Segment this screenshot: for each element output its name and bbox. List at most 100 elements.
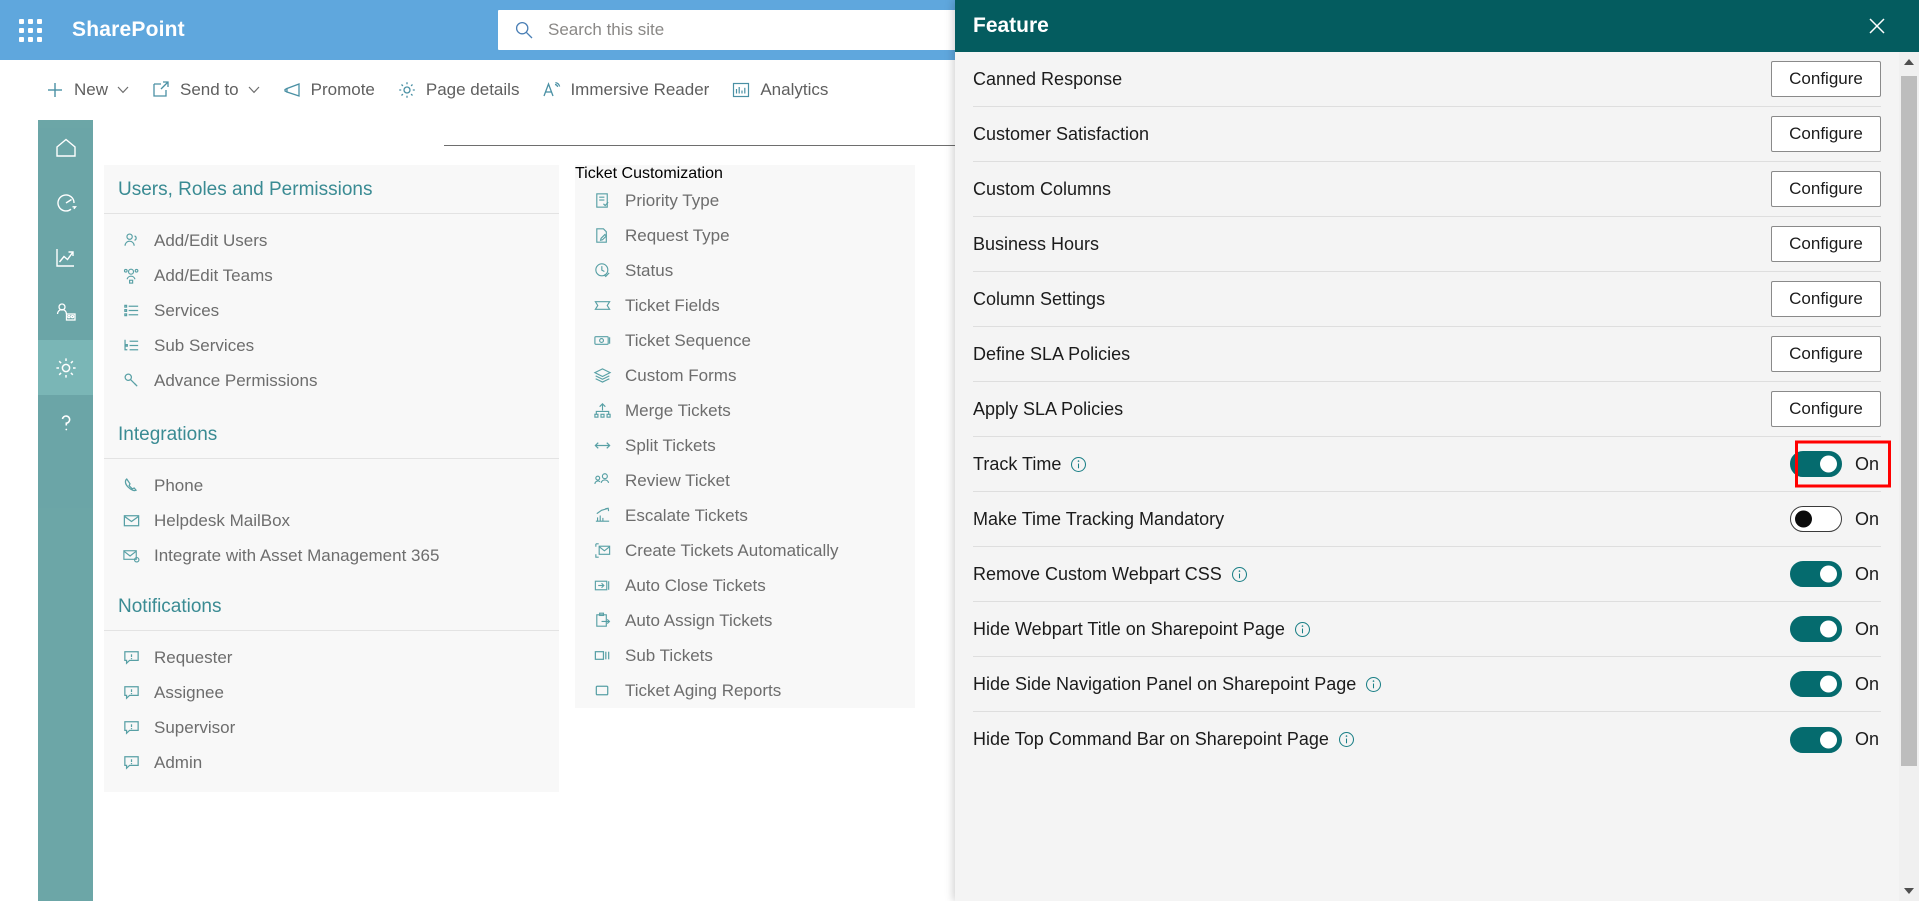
info-icon[interactable] [1365, 676, 1382, 693]
settings-link-assignee[interactable]: Assignee [104, 675, 559, 710]
feature-row-business-hours: Business Hours Configure [973, 217, 1881, 272]
search-input[interactable]: Search this site [498, 10, 960, 50]
settings-link-escalate-tickets[interactable]: Escalate Tickets [575, 498, 915, 533]
settings-link-split-tickets[interactable]: Split Tickets [575, 428, 915, 463]
toggle-state-label: On [1855, 563, 1880, 584]
hide-side-navigation-panel-toggle[interactable] [1790, 671, 1842, 697]
phone-icon [122, 476, 148, 495]
chevron-down-icon[interactable] [248, 86, 260, 94]
rail-item-dashboard[interactable] [38, 175, 93, 230]
info-icon[interactable] [1231, 566, 1248, 583]
chevron-down-icon[interactable] [117, 86, 129, 94]
info-icon[interactable] [1338, 731, 1355, 748]
rail-item-help[interactable] [38, 395, 93, 450]
settings-link-add-edit-users[interactable]: Add/Edit Users [104, 223, 559, 258]
search-placeholder: Search this site [548, 20, 665, 39]
hide-top-command-bar-toggle[interactable] [1790, 726, 1842, 753]
settings-link-advance-permissions[interactable]: Advance Permissions [104, 363, 559, 398]
close-icon[interactable] [1855, 0, 1899, 52]
info-icon[interactable] [1294, 621, 1311, 638]
settings-link-custom-forms[interactable]: Custom Forms [575, 358, 915, 393]
configure-button[interactable]: Configure [1771, 391, 1881, 427]
toggle-state-label: On [1855, 673, 1880, 694]
feature-panel-scrollbar[interactable] [1899, 52, 1919, 901]
settings-link-review-ticket[interactable]: Review Ticket [575, 463, 915, 498]
settings-link-ticket-sequence[interactable]: Ticket Sequence [575, 323, 915, 358]
settings-link-services[interactable]: Services [104, 293, 559, 328]
square-icon [593, 681, 619, 700]
settings-link-merge-tickets[interactable]: Merge Tickets [575, 393, 915, 428]
configure-button[interactable]: Configure [1771, 116, 1881, 152]
settings-link-phone[interactable]: Phone [104, 468, 559, 503]
feature-row-custom-columns: Custom Columns Configure [973, 162, 1881, 217]
feature-panel-title: Feature [973, 14, 1049, 37]
command-immersive-reader[interactable]: Immersive Reader [530, 68, 720, 112]
left-rail [38, 120, 93, 901]
feature-panel: Feature Canned Response Configure Custom… [955, 0, 1919, 901]
configure-button[interactable]: Configure [1771, 171, 1881, 207]
command-analytics[interactable]: Analytics [720, 68, 839, 112]
configure-button[interactable]: Configure [1771, 336, 1881, 372]
settings-link-auto-close-tickets[interactable]: Auto Close Tickets [575, 568, 915, 603]
rail-item-home[interactable] [38, 120, 93, 175]
settings-link-create-tickets-automatically[interactable]: Create Tickets Automatically [575, 533, 915, 568]
toggle-knob [1820, 675, 1837, 693]
feature-label-text: Hide Side Navigation Panel on Sharepoint… [973, 673, 1357, 694]
settings-link-supervisor[interactable]: Supervisor [104, 710, 559, 745]
card-title: Users, Roles and Permissions [104, 165, 559, 214]
users-icon [122, 231, 148, 250]
settings-link-ticket-aging-reports[interactable]: Ticket Aging Reports [575, 673, 915, 708]
line-chart-icon [53, 245, 79, 271]
command-page-details[interactable]: Page details [386, 68, 531, 112]
remove-custom-webpart-css-toggle[interactable] [1790, 561, 1842, 587]
link-label: Auto Close Tickets [625, 575, 766, 595]
card-title: Notifications [104, 582, 559, 631]
settings-link-status[interactable]: Status [575, 253, 915, 288]
app-screen: SharePoint Search this site New Send to … [0, 0, 1919, 901]
rail-item-teams[interactable] [38, 285, 93, 340]
rail-item-settings[interactable] [38, 340, 93, 395]
configure-button[interactable]: Configure [1771, 281, 1881, 317]
settings-link-sub-services[interactable]: Sub Services [104, 328, 559, 363]
command-new[interactable]: New [34, 68, 140, 112]
settings-link-helpdesk-mailbox[interactable]: Helpdesk MailBox [104, 503, 559, 538]
settings-link-add-edit-teams[interactable]: Add/Edit Teams [104, 258, 559, 293]
card-integrations: Integrations Phone Helpdesk MailBox Inte… [104, 410, 559, 585]
command-send-to[interactable]: Send to [140, 68, 271, 112]
settings-link-auto-assign-tickets[interactable]: Auto Assign Tickets [575, 603, 915, 638]
feature-row-hide-side-navigation-panel: Hide Side Navigation Panel on Sharepoint… [973, 657, 1881, 712]
feature-label: Hide Side Navigation Panel on Sharepoint… [973, 674, 1382, 695]
card-users-roles-permissions: Users, Roles and Permissions Add/Edit Us… [104, 165, 559, 410]
info-icon[interactable] [1070, 456, 1087, 473]
list-icon [122, 301, 148, 320]
link-label: Split Tickets [625, 435, 716, 455]
track-time-toggle[interactable] [1790, 451, 1842, 477]
link-label: Advance Permissions [154, 370, 318, 390]
rail-item-reports[interactable] [38, 230, 93, 285]
command-promote[interactable]: Promote [271, 68, 386, 112]
settings-link-request-type[interactable]: Request Type [575, 218, 915, 253]
scrollbar-thumb[interactable] [1901, 76, 1917, 766]
scroll-up-arrow-icon[interactable] [1899, 52, 1919, 72]
settings-link-admin[interactable]: Admin [104, 745, 559, 780]
search-icon [514, 20, 534, 40]
settings-link-sub-tickets[interactable]: Sub Tickets [575, 638, 915, 673]
settings-link-priority-type[interactable]: Priority Type [575, 183, 915, 218]
link-label: Ticket Fields [625, 295, 720, 315]
hide-webpart-title-toggle[interactable] [1790, 616, 1842, 642]
settings-link-ticket-fields[interactable]: Ticket Fields [575, 288, 915, 323]
feature-label: Column Settings [973, 288, 1106, 309]
settings-link-requester[interactable]: Requester [104, 640, 559, 675]
configure-button[interactable]: Configure [1771, 226, 1881, 262]
feature-row-column-settings: Column Settings Configure [973, 272, 1881, 327]
toggle-knob [1820, 565, 1837, 583]
configure-button[interactable]: Configure [1771, 61, 1881, 97]
sub-tickets-icon [593, 646, 619, 665]
clock-check-icon [593, 261, 619, 280]
feature-control: On [1790, 440, 1891, 488]
settings-link-integrate-asset-management-365[interactable]: Integrate with Asset Management 365 [104, 538, 559, 573]
scroll-down-arrow-icon[interactable] [1899, 881, 1919, 901]
app-launcher-icon[interactable] [0, 0, 60, 60]
make-time-tracking-mandatory-toggle[interactable] [1790, 506, 1842, 532]
layers-icon [593, 366, 619, 385]
